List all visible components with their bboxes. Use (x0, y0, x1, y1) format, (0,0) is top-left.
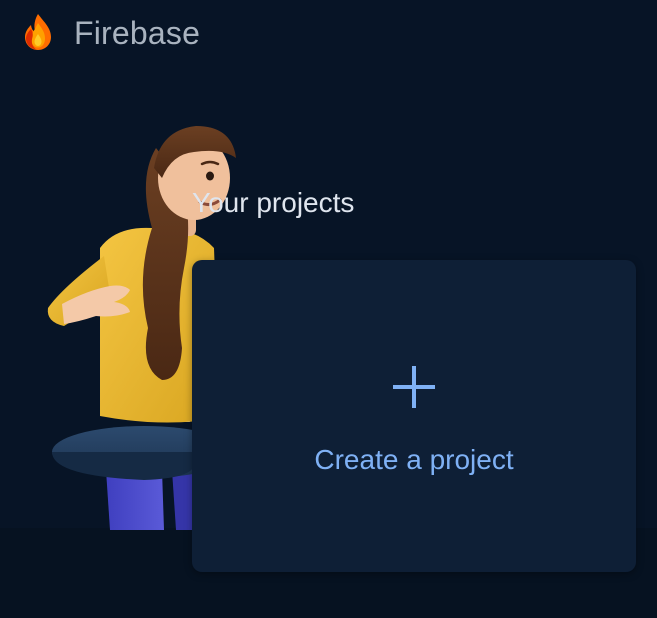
top-header: Firebase (0, 0, 657, 68)
brand-name[interactable]: Firebase (74, 13, 200, 53)
plus-icon (393, 366, 435, 408)
page-title: Your projects (192, 187, 355, 218)
create-project-button[interactable]: Create a project (192, 260, 636, 572)
firebase-flame-icon[interactable] (22, 13, 54, 51)
create-project-label: Create a project (314, 444, 514, 475)
